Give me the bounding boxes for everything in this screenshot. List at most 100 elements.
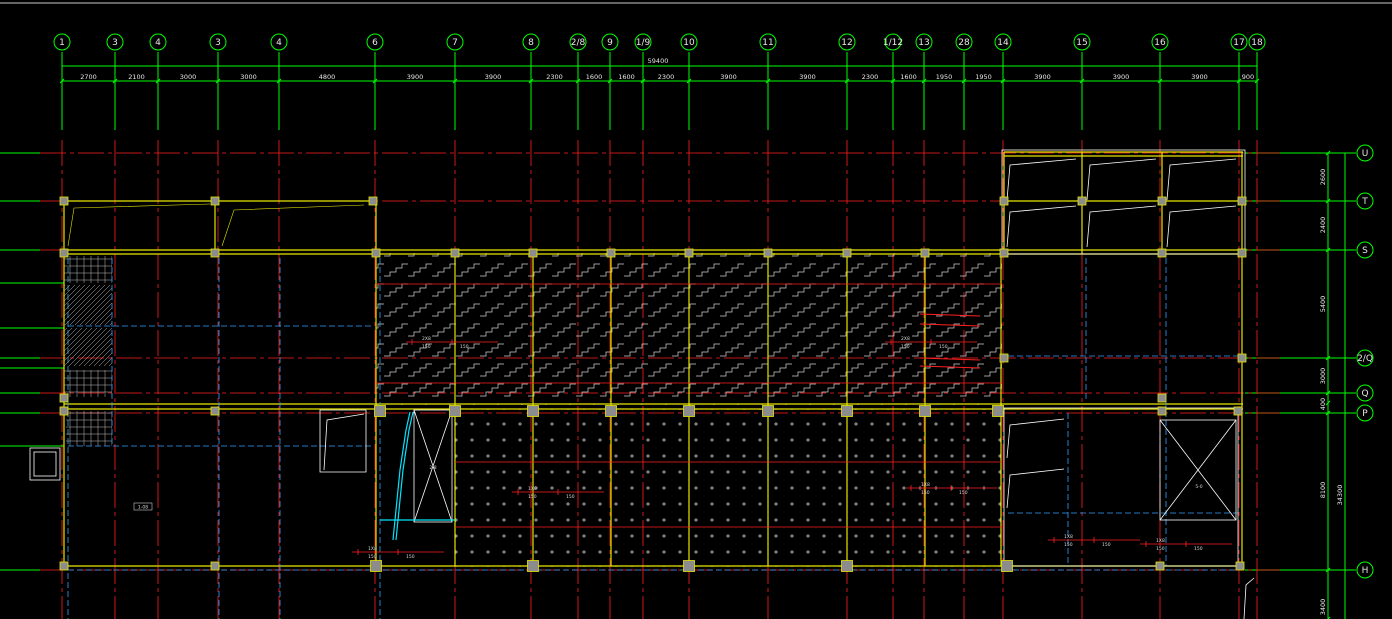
column-axis-bubble: 15 [1073, 33, 1091, 51]
row-axis-label: P [1362, 409, 1368, 419]
column-axis-label: 8 [528, 38, 534, 48]
structural-column [370, 560, 382, 572]
column-axis-bubble: 6 [366, 33, 384, 51]
structural-column [1157, 393, 1167, 403]
structural-column [841, 560, 853, 572]
rebar-tag-text: 150 [1064, 542, 1073, 548]
span-dimension-label: 2300 [546, 73, 563, 81]
column-axis-bubble: 1 [53, 33, 71, 51]
row-axis-bubble: H [1356, 561, 1374, 579]
row-dimension-label: 8100 [1319, 482, 1327, 499]
span-dimension-label: 1950 [975, 73, 992, 81]
column-axis-label: 15 [1076, 38, 1087, 48]
rebar-tag-text: 150 [1156, 546, 1165, 552]
span-dimension-label: 3900 [1113, 73, 1130, 81]
column-axis-label: 1/9 [636, 38, 651, 48]
column-axis-label: 1 [59, 38, 65, 48]
column-axis-bubble: 1/9 [634, 33, 652, 51]
structural-column [59, 393, 69, 403]
diag-hatch-1 [64, 285, 112, 325]
span-dimension-label: 1600 [900, 73, 917, 81]
span-dimension-label: 2300 [862, 73, 879, 81]
column-axis-bubble: 8 [522, 33, 540, 51]
rebar-tag: 1X8 150 150 [1048, 534, 1140, 548]
span-dimension-label: 3000 [240, 73, 257, 81]
rebar-tag-text: 150 [528, 494, 537, 500]
column-axis-bubbles: 1 3 4 3 4 6 7 8 2/8 9 1/9 10 11 12 1/12 13 28 14 15 16 17 18 [53, 33, 1266, 51]
row-dimension-label: 400 [1319, 398, 1327, 410]
rebar-tag-text: 1X8 [1064, 534, 1073, 540]
span-dimension-label: 3000 [180, 73, 197, 81]
stair-label: 2-8 [429, 465, 436, 471]
structural-column [450, 248, 460, 258]
column-axis-label: 2/8 [571, 38, 586, 48]
span-dimension-label: 2700 [80, 73, 97, 81]
structural-column [1157, 248, 1167, 258]
structural-column [1077, 196, 1087, 206]
structural-column [683, 560, 695, 572]
row-axis-bubble: U [1356, 144, 1374, 162]
column-axis-bubble: 11 [759, 33, 777, 51]
column-axis-bubble: 7 [446, 33, 464, 51]
column-axis-bubble: 12 [838, 33, 856, 51]
structural-column [59, 406, 69, 416]
span-dimension-label: 3900 [1191, 73, 1208, 81]
structural-column [1237, 196, 1247, 206]
column-axis-label: 1/12 [883, 38, 903, 48]
column-axis-label: 18 [1251, 38, 1263, 48]
structural-column [842, 248, 852, 258]
span-dimension-label: 1600 [618, 73, 635, 81]
structural-column [1157, 406, 1167, 416]
structural-column [605, 405, 617, 417]
structural-column [1235, 561, 1245, 571]
row-dimension-label: 2600 [1319, 169, 1327, 186]
column-axis-label: 28 [958, 38, 970, 48]
structural-column [841, 405, 853, 417]
row-axis-bubble: 2/Q [1356, 349, 1374, 367]
structural-column [374, 405, 386, 417]
span-dimension-label: 3900 [1034, 73, 1051, 81]
span-dimension-label: 4800 [319, 73, 336, 81]
diag-hatch-2 [64, 328, 112, 366]
structural-column [1157, 196, 1167, 206]
structural-column [919, 405, 931, 417]
column-axis-label: 11 [762, 38, 773, 48]
rebar-tag-text: 150 [1102, 542, 1111, 548]
structural-column [1001, 560, 1013, 572]
rebar-tag-text: 150 [566, 494, 575, 500]
row-axis-label: T [1361, 197, 1368, 207]
row-axis-label: S [1362, 246, 1368, 256]
structural-column [449, 405, 461, 417]
column-axis-label: 10 [683, 38, 695, 48]
rebar-tag-text: 150 [939, 344, 948, 350]
span-dimension-label: 3900 [799, 73, 816, 81]
rebar-tag-text: 150 [422, 344, 431, 350]
row-axis-bubble: Q [1356, 384, 1374, 402]
rebar-tag-text: 150 [1194, 546, 1203, 552]
structural-column [684, 248, 694, 258]
structural-column [527, 560, 539, 572]
structural-column [920, 248, 930, 258]
column-axis-bubble: 17 [1230, 33, 1248, 51]
column-axis-bubble: 2/8 [569, 33, 587, 51]
structural-column [992, 405, 1004, 417]
structural-column [999, 248, 1009, 258]
stair-rebar [380, 411, 455, 541]
structural-column [1155, 561, 1165, 571]
structural-column [999, 353, 1009, 363]
span-dimension-label: 900 [1242, 73, 1254, 81]
structural-column [606, 248, 616, 258]
rebar-tag-text: 150 [406, 554, 415, 560]
structural-column [1237, 248, 1247, 258]
structural-column [762, 405, 774, 417]
column-axis-label: 12 [841, 38, 852, 48]
row-axis-label: Q [1361, 389, 1368, 399]
row-axis-label: U [1362, 149, 1369, 159]
row-axis-bubbles: U T S 2/Q QP H [1356, 144, 1374, 579]
row-axis-label: 2/Q [1357, 354, 1373, 364]
rebar-tag-text: 150 [921, 490, 930, 496]
span-dimension-label: 2300 [658, 73, 675, 81]
span-dimension-label: 3900 [720, 73, 737, 81]
structural-column [210, 561, 220, 571]
column-axis-bubble: 3 [106, 33, 124, 51]
